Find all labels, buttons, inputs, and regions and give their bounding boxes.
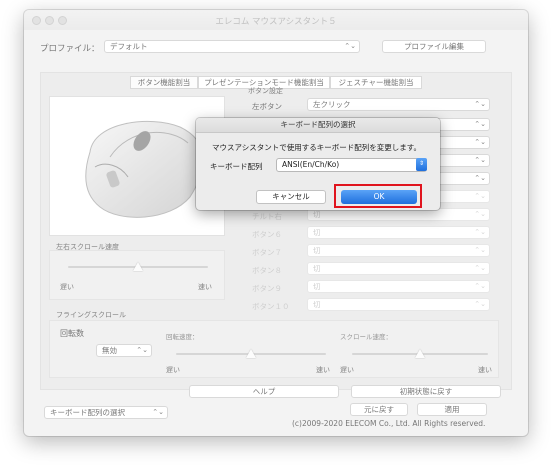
- dialog-keyboard-layout-value: ANSI(En/Ch/Ko): [282, 160, 340, 169]
- dialog-keyboard-layout-select[interactable]: ANSI(En/Ch/Ko): [276, 158, 427, 172]
- ok-highlight-box: [334, 184, 422, 208]
- dialog-title: キーボード配列の選択: [196, 118, 440, 133]
- updown-arrows-icon[interactable]: ⇕: [416, 158, 427, 171]
- app-window: エレコム マウスアシスタント５ プロファイル： デフォルト ⌃⌄ プロファイル編…: [24, 10, 528, 436]
- keyboard-layout-dialog: キーボード配列の選択 マウスアシスタントで使用するキーボード配列を変更します。 …: [196, 118, 440, 210]
- modal-overlay: [24, 10, 528, 436]
- dialog-field-label: キーボード配列: [210, 162, 263, 171]
- dialog-cancel-button[interactable]: キャンセル: [256, 190, 326, 204]
- dialog-message: マウスアシスタントで使用するキーボード配列を変更します。: [212, 143, 421, 152]
